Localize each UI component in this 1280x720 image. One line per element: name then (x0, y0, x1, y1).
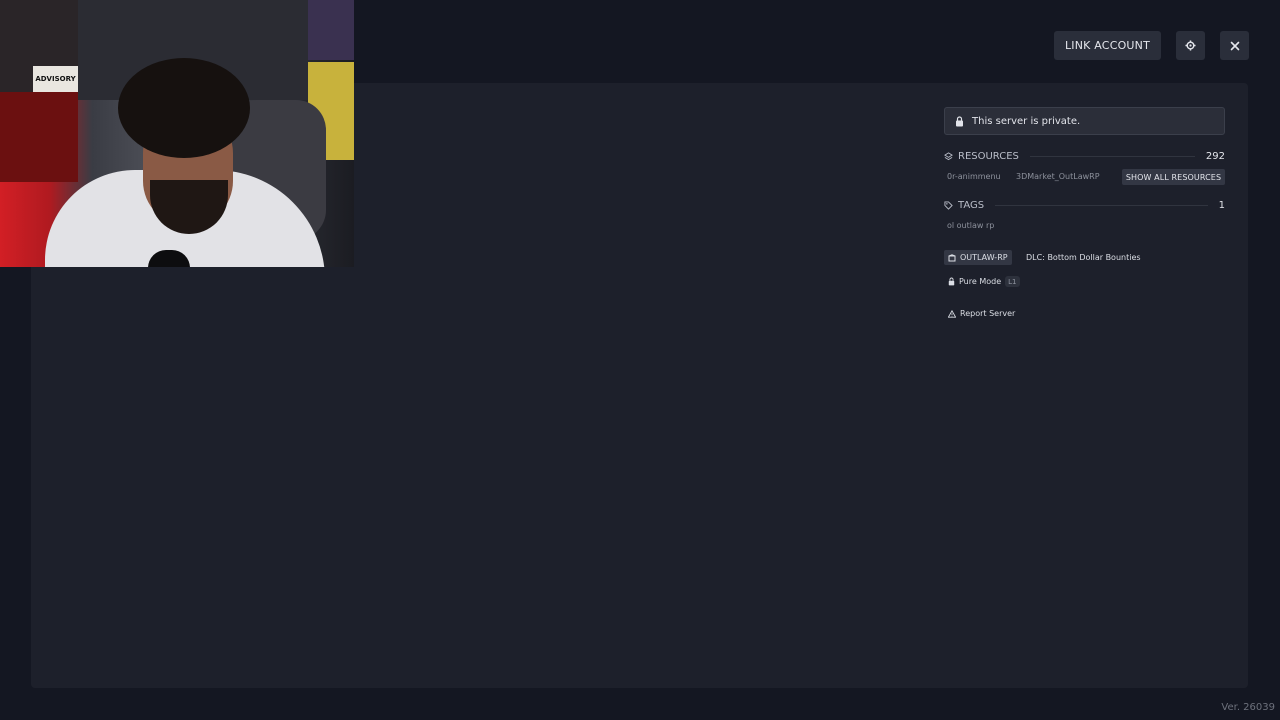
wall-poster (308, 0, 354, 60)
link-account-button[interactable]: LINK ACCOUNT (1054, 31, 1161, 60)
pure-mode-label: Pure Mode (959, 277, 1002, 286)
close-icon (1230, 41, 1240, 51)
version-label: Ver. 26039 (1221, 702, 1275, 713)
warning-icon (948, 309, 956, 318)
divider (995, 204, 1208, 206)
resources-count: 292 (1205, 150, 1225, 162)
resources-header: RESOURCES 292 (944, 149, 1225, 163)
hair (118, 58, 250, 158)
close-button[interactable] (1220, 31, 1249, 60)
report-server-button[interactable]: Report Server (944, 306, 1019, 321)
dlc-badge: DLC: Bottom Dollar Bounties (1022, 250, 1145, 265)
gear-icon (1185, 40, 1196, 51)
dlc-label: DLC: Bottom Dollar Bounties (1026, 253, 1141, 262)
lock-icon (948, 277, 955, 286)
pure-mode-badge: Pure Mode L1 (944, 274, 1024, 289)
tags-header: TAGS 1 (944, 198, 1225, 212)
resources-title: RESOURCES (958, 150, 1019, 162)
private-notice: This server is private. (944, 107, 1225, 135)
tags-title: TAGS (958, 199, 985, 211)
link-account-label: LINK ACCOUNT (1064, 39, 1151, 52)
wall-poster (0, 92, 78, 182)
gamename-label: OUTLAW-RP (960, 253, 1008, 262)
show-all-resources-button[interactable]: SHOW ALL RESOURCES (1122, 169, 1225, 185)
pure-mode-level: L1 (1005, 276, 1020, 287)
resource-chip[interactable]: 3DMarket_OutLawRP (1013, 169, 1103, 184)
resource-chip[interactable]: 0r-animmenu (944, 169, 1004, 184)
server-info-column: This server is private. RESOURCES 292 0r… (944, 107, 1225, 318)
private-notice-text: This server is private. (972, 115, 1081, 127)
gamename-badge: OUTLAW-RP (944, 250, 1012, 265)
advisory-poster: ADVISORY (33, 66, 78, 92)
tag-icon (944, 200, 953, 210)
settings-button[interactable] (1176, 31, 1205, 60)
advisory-text: ADVISORY (35, 75, 76, 83)
tags-count: 1 (1218, 199, 1225, 211)
layers-icon (944, 151, 953, 161)
webcam-overlay: ADVISORY (0, 0, 354, 267)
tag-chip[interactable]: ol outlaw rp (944, 218, 997, 233)
divider (1029, 155, 1195, 157)
box-icon (948, 253, 956, 262)
report-server-label: Report Server (960, 309, 1016, 318)
lock-icon (955, 115, 964, 127)
